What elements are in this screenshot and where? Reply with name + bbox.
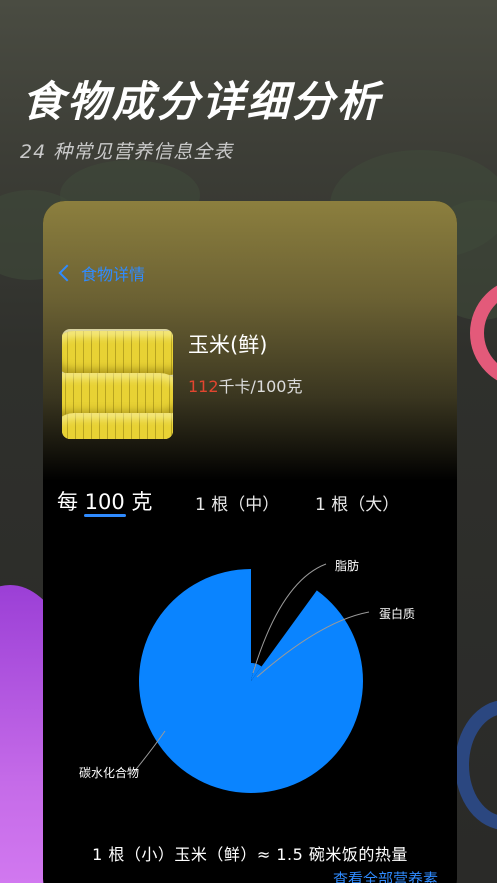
label-fat: 脂肪 <box>335 558 359 573</box>
tab-1-medium[interactable]: 1 根（中） <box>195 490 279 515</box>
tab-1-large[interactable]: 1 根（大） <box>315 490 399 515</box>
blue-ring-decoration <box>455 700 497 830</box>
hero-subtitle: 24 种常见营养信息全表 <box>20 141 234 163</box>
food-name: 玉米(鲜) <box>188 333 268 357</box>
hero-title: 食物成分详细分析 <box>22 77 383 126</box>
food-calories: 112千卡/100克 <box>188 373 302 397</box>
calorie-value: 112 <box>188 377 219 396</box>
chevron-left-icon <box>58 264 76 282</box>
back-button[interactable]: 食物详情 <box>58 261 146 285</box>
tab-per-100g[interactable]: 每 100 克 <box>57 486 152 516</box>
portion-tabs: 每 100 克 1 根（中） 1 根（大） <box>43 486 457 526</box>
calorie-unit: 千卡/100克 <box>218 377 303 396</box>
food-image <box>62 329 173 439</box>
nutrient-pie-chart: 脂肪蛋白质碳水化合物 <box>43 536 457 806</box>
label-protein: 蛋白质 <box>379 606 415 621</box>
label-carbs: 碳水化合物 <box>79 765 139 780</box>
view-all-nutrients-link[interactable]: 查看全部营养素 <box>333 868 438 883</box>
back-label: 食物详情 <box>81 265 146 284</box>
active-tab-indicator <box>84 514 126 517</box>
calorie-comparison: 1 根（小）玉米（鲜）≈ 1.5 碗米饭的热量 <box>92 845 408 864</box>
phone-screen: 食物详情 玉米(鲜) 112千卡/100克 每 100 克 1 根（中） 1 根… <box>43 201 457 883</box>
